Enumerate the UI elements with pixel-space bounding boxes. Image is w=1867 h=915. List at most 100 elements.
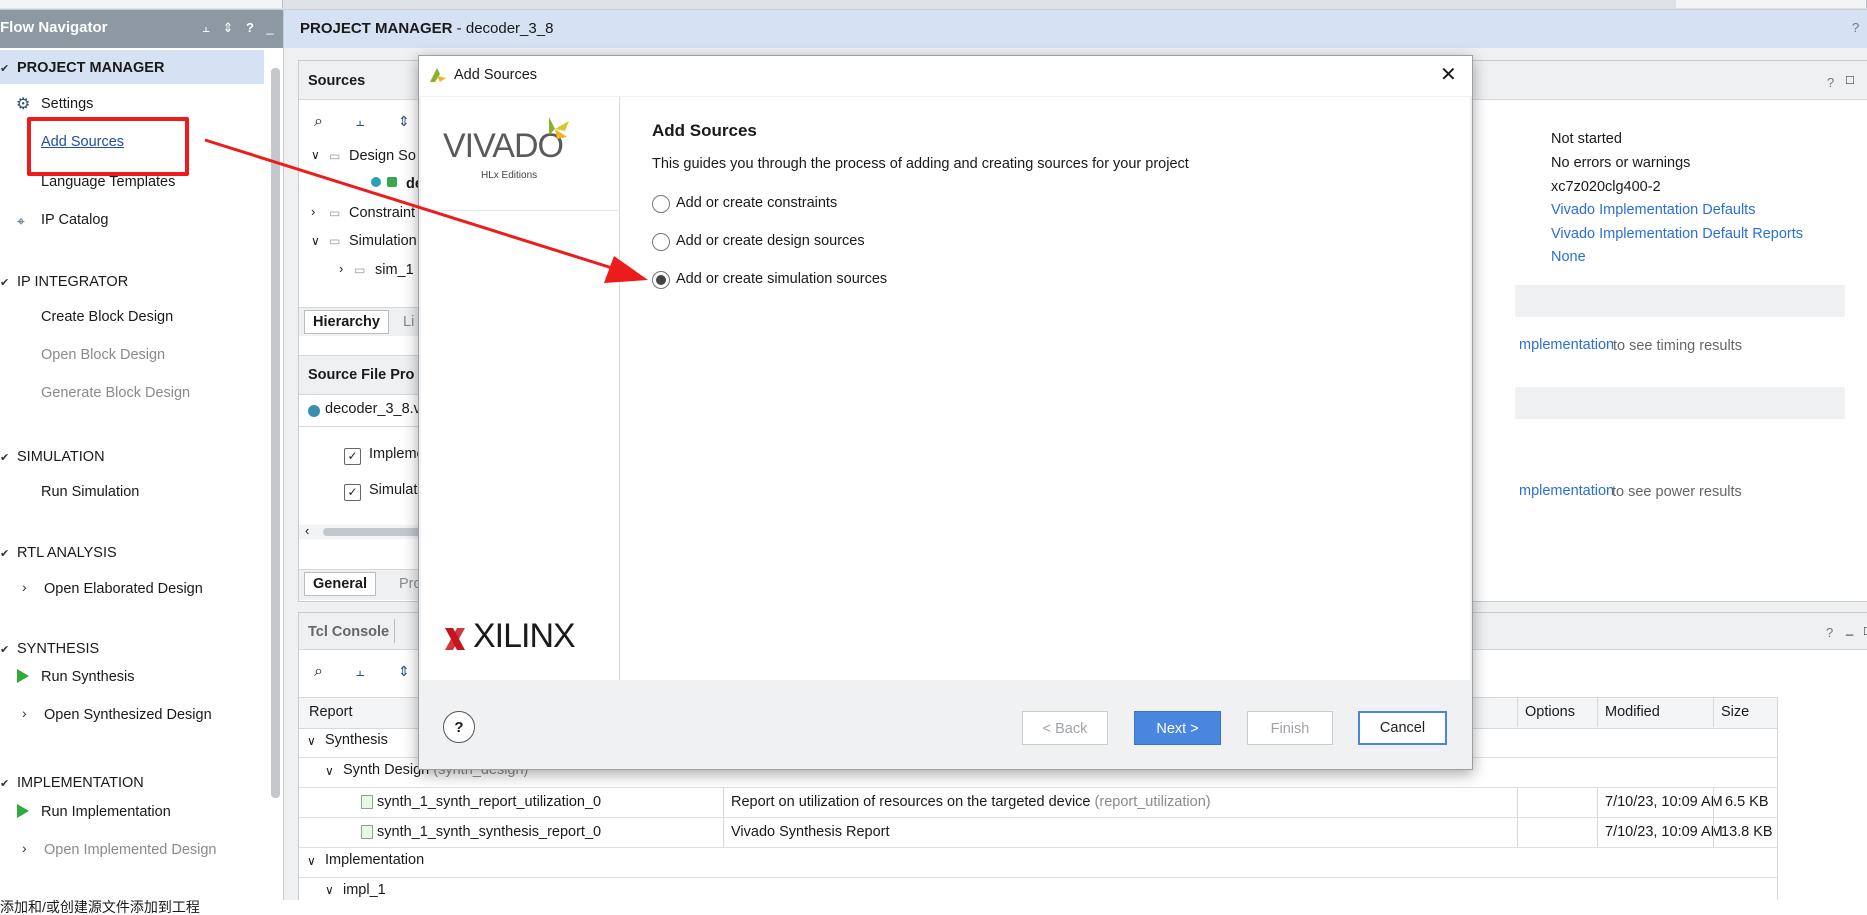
nav-item-ip-catalog[interactable]: IP Catalog: [41, 212, 108, 228]
section-rtl-analysis[interactable]: RTL ANALYSIS: [17, 545, 117, 561]
radio-simulation-sources-label[interactable]: Add or create simulation sources: [676, 271, 887, 287]
nav-item-generate-block-design[interactable]: Generate Block Design: [41, 385, 190, 401]
tree-node-simulation-sources[interactable]: Simulation: [349, 233, 417, 249]
chevron-right-icon[interactable]: ›: [22, 579, 27, 595]
nav-item-language-templates[interactable]: Language Templates: [41, 174, 175, 190]
expand-caret-icon[interactable]: ✔: [0, 62, 9, 75]
next-button[interactable]: Next >: [1134, 711, 1221, 745]
search-icon[interactable]: ⌕: [314, 663, 323, 681]
folder-icon: ▭: [354, 263, 366, 277]
top-strip: [0, 0, 1867, 10]
expand-caret-icon[interactable]: ✔: [0, 777, 9, 790]
expand-caret-icon[interactable]: ✔: [0, 451, 9, 464]
chevron-right-icon[interactable]: ›: [311, 204, 315, 219]
table-row[interactable]: synth_1_synth_synthesis_report_0 Vivado …: [299, 818, 1777, 847]
section-simulation[interactable]: SIMULATION: [17, 449, 105, 465]
tab-hierarchy[interactable]: Hierarchy: [304, 310, 389, 334]
run-implementation-timing-link[interactable]: mplementation: [1519, 337, 1614, 353]
implementation-checkbox[interactable]: ✓: [344, 448, 361, 465]
nav-item-run-implementation[interactable]: Run Implementation: [41, 804, 171, 820]
nav-item-run-synthesis[interactable]: Run Synthesis: [41, 669, 135, 685]
section-project-manager[interactable]: PROJECT MANAGER: [17, 60, 164, 76]
chevron-right-icon[interactable]: ›: [22, 840, 27, 856]
section-synthesis[interactable]: SYNTHESIS: [17, 641, 99, 657]
help-icon[interactable]: ?: [1826, 625, 1833, 640]
file-status-icon: [308, 405, 320, 417]
strategy-link[interactable]: Vivado Implementation Defaults: [1551, 202, 1755, 218]
nav-item-open-elaborated-design[interactable]: Open Elaborated Design: [44, 581, 203, 597]
nav-item-run-simulation[interactable]: Run Simulation: [41, 484, 139, 500]
gear-icon: ⚙: [16, 96, 31, 113]
tab-general[interactable]: General: [304, 572, 376, 596]
add-sources-dialog: Add Sources ✕ VIVADO HLx Editions XILINX…: [418, 55, 1473, 770]
report-modified: 7/10/23, 10:09 AM: [1605, 794, 1723, 810]
col-modified[interactable]: Modified: [1605, 704, 1660, 720]
help-icon[interactable]: ?: [242, 20, 258, 36]
chevron-down-icon[interactable]: ∨: [311, 148, 320, 162]
tab-libraries[interactable]: Li: [403, 314, 414, 330]
chevron-down-icon[interactable]: ∨: [325, 883, 334, 897]
chevron-down-icon[interactable]: ∨: [311, 234, 320, 248]
section-ip-integrator[interactable]: IP INTEGRATOR: [17, 274, 128, 290]
search-icon[interactable]: ⌕: [314, 113, 323, 131]
chevron-down-icon[interactable]: ∨: [307, 854, 316, 868]
col-report[interactable]: Report: [309, 704, 353, 720]
group-implementation[interactable]: Implementation: [325, 852, 424, 868]
col-size[interactable]: Size: [1721, 704, 1749, 720]
tree-node-constraints[interactable]: Constraint: [349, 205, 415, 221]
maximize-icon[interactable]: □: [1846, 72, 1854, 87]
nav-item-open-synthesized-design[interactable]: Open Synthesized Design: [44, 707, 212, 723]
radio-simulation-sources[interactable]: [652, 271, 670, 289]
tab-tcl-console[interactable]: Tcl Console: [308, 624, 389, 640]
scroll-left-icon[interactable]: ‹: [305, 523, 309, 538]
minimize-icon[interactable]: _: [1846, 621, 1853, 636]
expand-caret-icon[interactable]: ✔: [0, 547, 9, 560]
verilog-file-icon: [387, 177, 397, 187]
expand-all-icon[interactable]: ⇕: [220, 20, 236, 36]
table-row[interactable]: synth_1_synth_report_utilization_0 Repor…: [299, 788, 1777, 817]
chevron-right-icon[interactable]: ›: [339, 261, 343, 276]
collapse-all-icon[interactable]: ⫠: [356, 663, 364, 680]
expand-all-icon[interactable]: ⇕: [398, 113, 410, 130]
nav-item-open-implemented-design[interactable]: Open Implemented Design: [44, 842, 217, 858]
radio-design-sources-label[interactable]: Add or create design sources: [676, 233, 865, 249]
col-options[interactable]: Options: [1525, 704, 1575, 720]
vivado-app-icon: [430, 68, 446, 82]
ip-catalog-icon: ⌖: [17, 213, 25, 229]
radio-constraints-label[interactable]: Add or create constraints: [676, 195, 837, 211]
back-button[interactable]: < Back: [1022, 711, 1108, 745]
report-file-icon: [361, 795, 373, 809]
collapse-all-icon[interactable]: ⫠: [198, 20, 214, 36]
help-button[interactable]: ?: [443, 711, 475, 743]
flow-navigator-scrollbar[interactable]: [268, 50, 283, 900]
expand-caret-icon[interactable]: ✔: [0, 643, 9, 656]
run-implementation-power-link[interactable]: mplementation: [1519, 483, 1614, 499]
chevron-down-icon[interactable]: ∨: [325, 764, 334, 778]
simulation-checkbox[interactable]: ✓: [344, 484, 361, 501]
tree-node-design-sources[interactable]: Design So: [349, 148, 416, 164]
group-impl-1[interactable]: impl_1: [343, 882, 386, 898]
collapse-all-icon[interactable]: ⫠: [356, 113, 364, 130]
nav-item-settings[interactable]: Settings: [41, 96, 93, 112]
close-icon[interactable]: ✕: [1440, 62, 1457, 87]
report-strategy-link[interactable]: Vivado Implementation Default Reports: [1551, 226, 1803, 242]
nav-item-open-block-design[interactable]: Open Block Design: [41, 347, 165, 363]
incremental-link[interactable]: None: [1551, 249, 1586, 265]
expand-caret-icon[interactable]: ✔: [0, 276, 9, 289]
group-synthesis[interactable]: Synthesis: [325, 732, 388, 748]
section-implementation[interactable]: IMPLEMENTATION: [17, 775, 144, 791]
messages-value: No errors or warnings: [1551, 155, 1691, 171]
radio-constraints[interactable]: [652, 195, 670, 213]
radio-design-sources[interactable]: [652, 233, 670, 251]
run-icon: [17, 804, 29, 818]
chevron-down-icon[interactable]: ∨: [307, 734, 316, 748]
help-icon[interactable]: ?: [1827, 75, 1834, 90]
finish-button[interactable]: Finish: [1247, 711, 1333, 745]
nav-item-create-block-design[interactable]: Create Block Design: [41, 309, 173, 325]
expand-all-icon[interactable]: ⇕: [398, 663, 410, 680]
chevron-right-icon[interactable]: ›: [22, 705, 27, 721]
tree-node-sim-1[interactable]: sim_1: [375, 262, 414, 278]
help-icon[interactable]: ?: [1852, 20, 1859, 35]
minimize-icon[interactable]: _: [262, 20, 278, 36]
cancel-button[interactable]: Cancel: [1358, 711, 1447, 745]
